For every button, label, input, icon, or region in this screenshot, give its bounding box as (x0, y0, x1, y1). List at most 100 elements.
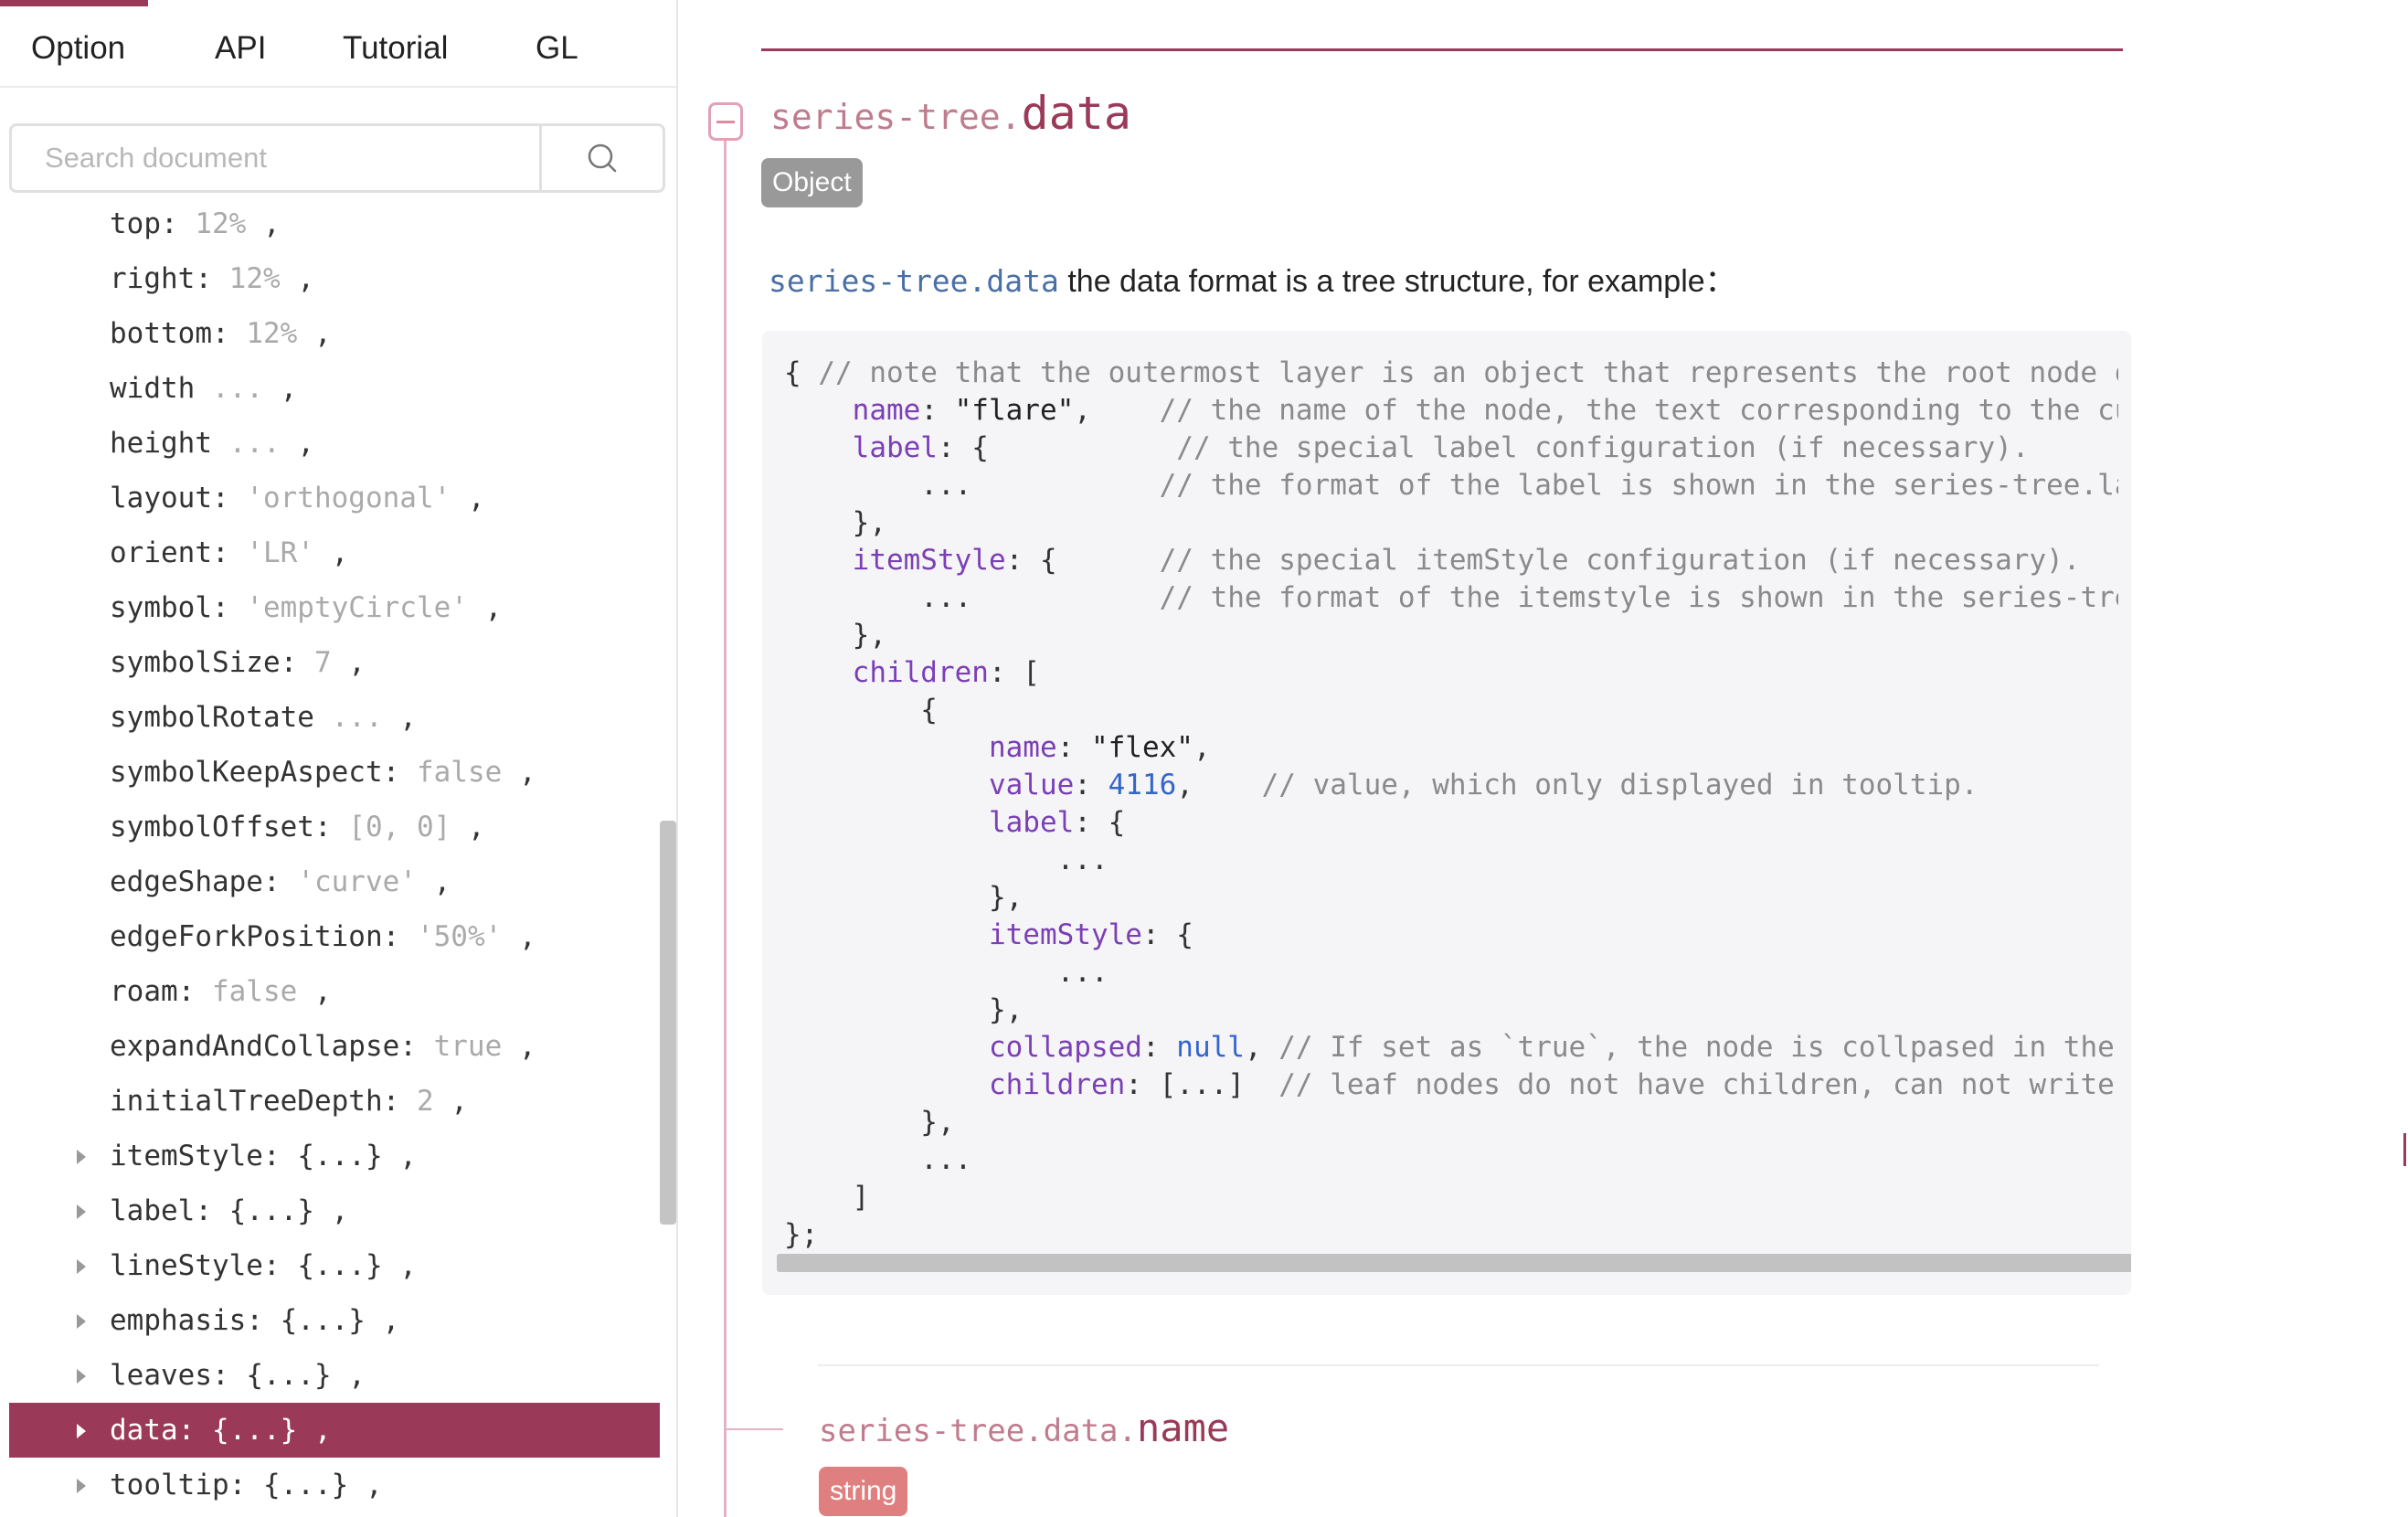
code-token: name (988, 731, 1057, 764)
code-token: null (1176, 1031, 1245, 1064)
tree-item-separator: : (211, 482, 247, 515)
expand-arrow-icon[interactable] (77, 1259, 86, 1274)
tree-item-layout[interactable]: layout: 'orthogonal' , (9, 471, 660, 525)
subsection-title: series-tree.data.name (819, 1406, 1229, 1450)
code-token: itemStyle (852, 544, 1006, 577)
code-line: ... (784, 842, 2118, 879)
expand-arrow-icon[interactable] (77, 1369, 86, 1384)
code-line: children: [...] // leaf nodes do not hav… (784, 1066, 2118, 1104)
tree-item-separator (212, 427, 229, 460)
tab-option[interactable]: Option (31, 27, 125, 69)
search-input[interactable] (12, 126, 542, 190)
code-line: name: "flare", // the name of the node, … (784, 392, 2118, 430)
code-token: collapsed (988, 1031, 1142, 1064)
code-token: // note that the outermost layer is an o… (818, 356, 2118, 389)
expand-arrow-icon[interactable] (77, 1150, 86, 1164)
tree-item-separator: : (211, 536, 247, 569)
section-title-prefix: series-tree. (770, 97, 1022, 137)
tree-item-expandandcollapse[interactable]: expandAndCollapse: true , (9, 1019, 660, 1074)
tree-item-initialtreedepth[interactable]: initialTreeDepth: 2 , (9, 1074, 660, 1129)
tree-item-separator: : (262, 1140, 298, 1172)
expand-arrow-icon[interactable] (77, 1479, 86, 1493)
code-token: : (920, 394, 955, 427)
code-line: label: { (784, 804, 2118, 842)
tab-gl[interactable]: GL (536, 27, 578, 69)
tree-item-comma: , (382, 1249, 417, 1282)
tree-item-separator: : (195, 1194, 229, 1227)
code-line: ... (784, 1141, 2118, 1179)
tree-item-comma: , (348, 1469, 383, 1501)
subsection-divider (818, 1364, 2099, 1366)
tree-item-right[interactable]: right: 12% , (9, 251, 660, 306)
tree-item-comma: , (313, 1194, 349, 1227)
section-top-rule (761, 48, 2123, 51)
code-line: value: 4116, // value, which only displa… (784, 767, 2118, 804)
tree-item-symboloffset[interactable]: symbolOffset: [0, 0] , (9, 800, 660, 854)
tree-item-value: 'LR' (246, 536, 314, 569)
tree-item-key: edgeShape (110, 865, 263, 898)
tree-item-symbolsize[interactable]: symbolSize: 7 , (9, 635, 660, 690)
tree-item-key: initialTreeDepth (110, 1085, 383, 1118)
code-token: children (988, 1068, 1126, 1101)
right-edge-handle[interactable] (2403, 1133, 2406, 1166)
tree-item-separator: : (262, 1249, 298, 1282)
code-token: , (1193, 731, 1211, 764)
tree-item-itemstyle[interactable]: itemStyle: {...} , (9, 1129, 660, 1183)
tab-tutorial[interactable]: Tutorial (343, 27, 448, 69)
tree-item-separator: : (246, 1304, 281, 1337)
tree-item-symbolkeepaspect[interactable]: symbolKeepAspect: false , (9, 745, 660, 800)
search-button[interactable] (539, 126, 663, 190)
tree-item-linestyle[interactable]: lineStyle: {...} , (9, 1238, 660, 1293)
tree-item-comma: , (502, 756, 536, 789)
sidebar-scroll-thumb[interactable] (660, 821, 676, 1225)
code-token: }; (784, 1218, 819, 1251)
code-token: : (1074, 769, 1109, 801)
tab-api[interactable]: API (215, 27, 266, 69)
sidebar-divider (676, 0, 678, 1517)
tree-item-key: data (110, 1414, 178, 1447)
tree-item-symbolrotate[interactable]: symbolRotate ... , (9, 690, 660, 745)
tree-item-comma: , (416, 865, 451, 898)
tree-item-leaves[interactable]: leaves: {...} , (9, 1348, 660, 1403)
code-token: , (1176, 769, 1262, 801)
code-token: // value, which only displayed in toolti… (1261, 769, 1978, 801)
tree-item-separator: : (228, 1469, 263, 1501)
tree-item-separator: : (399, 1030, 434, 1063)
tree-item-symbol[interactable]: symbol: 'emptyCircle' , (9, 580, 660, 635)
expand-arrow-icon[interactable] (77, 1424, 86, 1438)
tree-item-width[interactable]: width ... , (9, 361, 660, 416)
tree-item-separator: : (313, 811, 349, 843)
tree-item-key: symbol (110, 591, 212, 624)
collapse-button[interactable] (708, 102, 743, 141)
section-title: series-tree.data (770, 87, 1131, 140)
tree-item-emphasis[interactable]: emphasis: {...} , (9, 1293, 660, 1348)
tree-item-tooltip[interactable]: tooltip: {...} , (9, 1458, 660, 1512)
subsection-branch-line (727, 1428, 783, 1430)
tree-item-comma: , (382, 701, 417, 734)
tree-item-height[interactable]: height ... , (9, 416, 660, 471)
tree-item-edgeforkposition[interactable]: edgeForkPosition: '50%' , (9, 909, 660, 964)
tree-item-value: {...} (262, 1469, 349, 1501)
tree-item-edgeshape[interactable]: edgeShape: 'curve' , (9, 854, 660, 909)
tree-item-bottom[interactable]: bottom: 12% , (9, 306, 660, 361)
tree-item-value: 2 (416, 1085, 434, 1118)
tree-item-comma: , (297, 317, 332, 350)
code-token: { (784, 356, 819, 389)
code-horizontal-scrollbar[interactable] (777, 1254, 2131, 1272)
tree-item-roam[interactable]: roam: false , (9, 964, 660, 1019)
tree-item-orient[interactable]: orient: 'LR' , (9, 525, 660, 580)
expand-arrow-icon[interactable] (77, 1204, 86, 1219)
tree-item-comma: , (331, 646, 366, 679)
code-line: collapsed: null, // If set as `true`, th… (784, 1029, 2118, 1066)
tree-item-data[interactable]: data: {...} , (9, 1403, 660, 1458)
tree-item-top[interactable]: top: 12% , (9, 196, 660, 251)
expand-arrow-icon[interactable] (77, 1314, 86, 1329)
code-line: ... // the format of the itemstyle is sh… (784, 579, 2118, 617)
tree-item-value: {...} (246, 1359, 332, 1392)
tree-item-separator: : (161, 207, 196, 240)
tree-item-comma: , (297, 1414, 332, 1447)
tree-item-label[interactable]: label: {...} , (9, 1183, 660, 1238)
